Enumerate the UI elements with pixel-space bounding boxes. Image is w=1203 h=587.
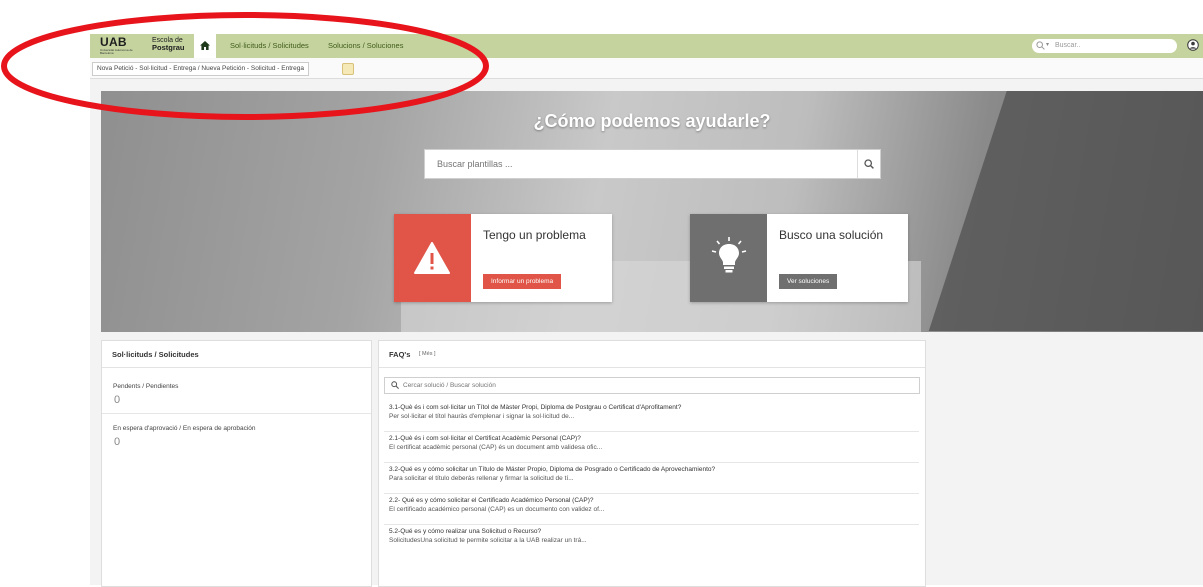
faq-item[interactable]: 3.1-Què és i com sol·licitar un Títol de… (384, 401, 919, 432)
faq-panel: FAQ's [ Més ] 3.1-Què és i com sol·licit… (378, 340, 926, 587)
faq-panel-title: FAQ's (389, 350, 411, 359)
lightbulb-icon (711, 237, 747, 273)
template-search-box (424, 149, 881, 179)
faq-search-box (384, 377, 920, 394)
nav-link-solutions[interactable]: Solucions / Soluciones (328, 41, 403, 50)
logo-text: UAB (100, 35, 127, 49)
top-navigation-bar: UAB Universitat Autònoma de Barcelona Es… (90, 34, 1203, 58)
school-name-line2: Postgrau (152, 43, 185, 52)
uab-logo[interactable]: UAB Universitat Autònoma de Barcelona (100, 35, 146, 56)
faq-answer-preview: Per sol·licitar el títol hauràs d'emplen… (389, 413, 575, 420)
search-scope-dropdown[interactable]: ▾ (1046, 41, 1049, 48)
faq-answer-preview: El certificado académico personal (CAP) … (389, 506, 605, 513)
faq-question[interactable]: 5.2-Qué es y cómo realizar una Solicitud… (389, 528, 541, 535)
view-solutions-button[interactable]: Ver soluciones (779, 274, 838, 289)
user-icon[interactable] (1187, 39, 1199, 51)
awaiting-approval-label: En espera d'aprovació / En espera de apr… (113, 425, 256, 432)
bookmark-icon[interactable] (342, 63, 354, 75)
requests-panel-title: Sol·licituds / Solicitudes (112, 350, 199, 359)
home-button[interactable] (194, 34, 216, 58)
portal-app: UAB Universitat Autònoma de Barcelona Es… (90, 34, 1203, 587)
faq-question[interactable]: 2.1-Què és i com sol·licitar el Certific… (389, 435, 581, 442)
faq-item[interactable]: 2.2- Qué es y cómo solicitar el Certific… (384, 494, 919, 525)
breadcrumb-bar: Nova Petició - Sol·licitud - Entrega / N… (90, 58, 1203, 79)
search-icon (391, 381, 399, 389)
school-name: Escola de Postgrau (152, 37, 185, 51)
faq-search-input[interactable] (403, 378, 903, 393)
faq-item[interactable]: 2.1-Què és i com sol·licitar el Certific… (384, 432, 919, 463)
solution-card-icon-area (690, 214, 767, 302)
hero-banner: ¿Cómo podemos ayudarle? Tengo un problem… (101, 91, 1203, 332)
faq-item[interactable]: 3.2-Qué es y cómo solicitar un Título de… (384, 463, 919, 494)
faq-question[interactable]: 2.2- Qué es y cómo solicitar el Certific… (389, 497, 593, 504)
faq-answer-preview: SolicitudesUna solicitud te permite soli… (389, 537, 587, 544)
faq-answer-preview: Para solicitar el título deberás rellena… (389, 475, 574, 482)
faq-more-link[interactable]: [ Més ] (419, 351, 436, 357)
problem-card-title: Tengo un problema (483, 228, 586, 242)
hero-title: ¿Cómo podemos ayudarle? (533, 111, 771, 131)
pending-requests[interactable]: Pendents / Pendientes 0 (102, 379, 371, 414)
faq-question[interactable]: 3.1-Què és i com sol·licitar un Títol de… (389, 404, 681, 411)
pending-requests-count: 0 (114, 394, 121, 406)
home-icon (200, 41, 210, 50)
awaiting-approval-requests[interactable]: En espera d'aprovació / En espera de apr… (102, 421, 371, 455)
breadcrumb[interactable]: Nova Petició - Sol·licitud - Entrega / N… (92, 62, 310, 76)
search-icon (864, 159, 874, 169)
problem-card[interactable]: Tengo un problema Informar un problema (394, 214, 612, 302)
search-icon (1036, 41, 1045, 50)
awaiting-approval-count: 0 (114, 436, 121, 448)
pending-requests-label: Pendents / Pendientes (113, 383, 179, 390)
faq-question[interactable]: 3.2-Qué es y cómo solicitar un Título de… (389, 466, 715, 473)
template-search-button[interactable] (857, 150, 880, 178)
nav-link-requests[interactable]: Sol·licituds / Solicitudes (230, 41, 309, 50)
problem-card-icon-area (394, 214, 471, 302)
requests-panel: Sol·licituds / Solicitudes Pendents / Pe… (101, 340, 372, 587)
faq-item[interactable]: 5.2-Qué es y cómo realizar una Solicitud… (384, 525, 919, 555)
solution-card[interactable]: Busco una solución Ver soluciones (690, 214, 908, 302)
global-search-box[interactable]: ▾ Buscar.. (1032, 39, 1177, 53)
template-search-input[interactable] (425, 150, 857, 178)
report-problem-button[interactable]: Informar un problema (483, 274, 562, 289)
requests-panel-header: Sol·licituds / Solicitudes (102, 341, 371, 368)
logo-subtext: Universitat Autònoma de Barcelona (100, 48, 133, 55)
faq-panel-header: FAQ's [ Més ] (379, 341, 925, 368)
solution-card-title: Busco una solución (779, 228, 884, 242)
global-search-input[interactable]: Buscar.. (1055, 42, 1080, 49)
faq-answer-preview: El certificat acadèmic personal (CAP) és… (389, 444, 603, 451)
warning-icon (414, 242, 450, 274)
